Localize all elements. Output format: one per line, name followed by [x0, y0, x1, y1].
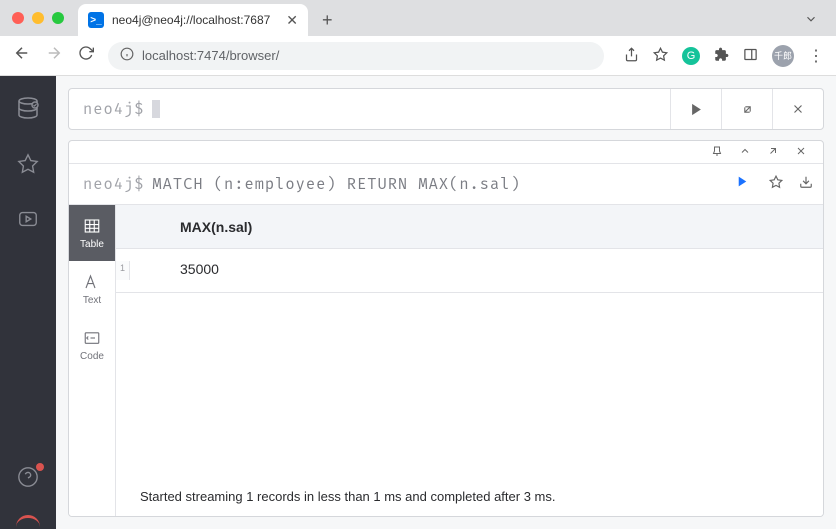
cursor — [152, 100, 160, 118]
extensions-icon[interactable] — [714, 47, 729, 65]
editor-prompt: neo4j$ — [69, 100, 152, 119]
sidebar-bottom-icon[interactable] — [16, 515, 40, 519]
overflow-menu-icon[interactable]: ⋮ — [808, 46, 824, 66]
collapse-icon[interactable] — [739, 145, 751, 160]
result-table: MAX(n.sal) 1 35000 Started streaming 1 r… — [115, 205, 823, 516]
browser-titlebar: >_ neo4j@neo4j://localhost:7687 ✕ + — [0, 0, 836, 36]
close-frame-icon[interactable] — [795, 145, 807, 160]
favorite-query-icon[interactable] — [769, 175, 783, 194]
view-tab-text[interactable]: Text — [69, 261, 115, 317]
cypher-editor: neo4j$ — [68, 88, 824, 130]
column-header: MAX(n.sal) — [180, 219, 252, 235]
close-editor-icon[interactable] — [781, 89, 815, 129]
notification-dot — [36, 463, 44, 471]
project-files-icon[interactable] — [17, 208, 39, 235]
fullscreen-icon[interactable] — [767, 145, 779, 160]
database-icon[interactable] — [16, 96, 40, 125]
tabs-dropdown-icon[interactable] — [804, 12, 818, 31]
cell-value: 35000 — [130, 261, 219, 277]
url-bar[interactable]: localhost:7474/browser/ — [108, 42, 604, 70]
pin-icon[interactable] — [711, 145, 723, 160]
toolbar-right: G 千郎 ⋮ — [624, 45, 824, 67]
expand-editor-icon[interactable] — [730, 89, 764, 129]
bookmark-star-icon[interactable] — [653, 47, 668, 65]
browser-toolbar: localhost:7474/browser/ G 千郎 ⋮ — [0, 36, 836, 76]
help-icon[interactable] — [17, 466, 39, 493]
tab-title: neo4j@neo4j://localhost:7687 — [112, 13, 278, 27]
frame-query-bar: neo4j$ MATCH (n:employee) RETURN MAX(n.s… — [69, 163, 823, 205]
app-sidebar — [0, 76, 56, 529]
profile-avatar[interactable]: 千郎 — [772, 45, 794, 67]
query-text: MATCH (n:employee) RETURN MAX(n.sal) — [152, 175, 520, 194]
view-tab-text-label: Text — [83, 295, 101, 306]
new-tab-button[interactable]: + — [322, 10, 333, 31]
query-display[interactable]: neo4j$ MATCH (n:employee) RETURN MAX(n.s… — [69, 163, 726, 205]
browser-tab[interactable]: >_ neo4j@neo4j://localhost:7687 ✕ — [78, 4, 308, 36]
query-prompt: neo4j$ — [69, 175, 152, 194]
close-window-button[interactable] — [12, 12, 24, 24]
table-row: 1 35000 — [116, 249, 823, 293]
favorites-star-icon[interactable] — [17, 153, 39, 180]
view-tab-code-label: Code — [80, 351, 104, 362]
grammarly-extension-icon[interactable]: G — [682, 47, 700, 65]
editor-input[interactable] — [152, 100, 160, 118]
tab-favicon: >_ — [88, 12, 104, 28]
row-number: 1 — [116, 261, 130, 280]
url-host: localhost:7474/browser/ — [142, 48, 279, 63]
table-header: MAX(n.sal) — [116, 205, 823, 249]
forward-button[interactable] — [44, 44, 64, 67]
minimize-window-button[interactable] — [32, 12, 44, 24]
run-query-button[interactable] — [679, 89, 713, 129]
window-controls — [12, 12, 64, 24]
share-icon[interactable] — [624, 47, 639, 65]
close-tab-icon[interactable]: ✕ — [286, 12, 298, 29]
sidepanel-icon[interactable] — [743, 47, 758, 65]
back-button[interactable] — [12, 44, 32, 67]
site-info-icon[interactable] — [120, 47, 134, 64]
view-tabs: Table Text Code — [69, 205, 115, 516]
view-tab-table-label: Table — [80, 239, 104, 250]
frame-top-actions — [69, 141, 823, 163]
main-area: neo4j$ — [56, 76, 836, 529]
reload-button[interactable] — [76, 45, 96, 66]
rerun-button[interactable] — [736, 175, 749, 193]
status-line: Started streaming 1 records in less than… — [116, 477, 823, 516]
neo4j-browser-app: neo4j$ — [0, 76, 836, 529]
view-tab-code[interactable]: Code — [69, 317, 115, 373]
result-frame: neo4j$ MATCH (n:employee) RETURN MAX(n.s… — [68, 140, 824, 517]
view-tab-table[interactable]: Table — [69, 205, 115, 261]
maximize-window-button[interactable] — [52, 12, 64, 24]
download-icon[interactable] — [799, 175, 813, 194]
